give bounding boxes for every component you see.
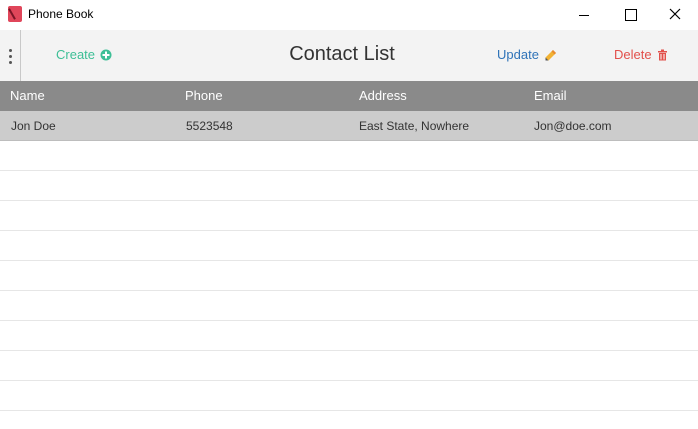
- close-icon: [669, 8, 681, 20]
- empty-table-row: [0, 321, 698, 351]
- empty-table-row: [0, 201, 698, 231]
- page-title: Contact List: [289, 43, 395, 65]
- delete-button[interactable]: Delete: [614, 47, 669, 62]
- trash-icon: [657, 49, 669, 61]
- empty-table-row: [0, 231, 698, 261]
- column-header-name[interactable]: Name: [0, 81, 175, 111]
- window-title: Phone Book: [28, 7, 94, 21]
- cell-name: Jon Doe: [11, 119, 56, 133]
- contact-table: Name Phone Address Email Jon Doe 5523548…: [0, 81, 698, 411]
- cell-address: East State, Nowhere: [359, 119, 470, 133]
- table-row[interactable]: Jon Doe 5523548 East State, Nowhere Jon@…: [0, 111, 698, 141]
- close-button[interactable]: [652, 0, 698, 30]
- cell-phone: 5523548: [186, 119, 233, 133]
- toolbar: Create Contact List Update Delete: [0, 30, 698, 81]
- column-header-address[interactable]: Address: [349, 81, 524, 111]
- pencil-icon: [544, 49, 556, 61]
- maximize-button[interactable]: [607, 0, 653, 30]
- update-button[interactable]: Update: [497, 47, 556, 62]
- column-header-phone[interactable]: Phone: [175, 81, 349, 111]
- update-button-label: Update: [497, 47, 539, 62]
- minimize-button[interactable]: [561, 0, 607, 30]
- empty-table-row: [0, 291, 698, 321]
- column-header-email[interactable]: Email: [524, 81, 698, 111]
- cell-email: Jon@doe.com: [534, 119, 612, 133]
- empty-table-row: [0, 141, 698, 171]
- empty-table-row: [0, 381, 698, 411]
- table-header: Name Phone Address Email: [0, 81, 698, 111]
- title-bar: Phone Book: [0, 0, 698, 30]
- delete-button-label: Delete: [614, 47, 652, 62]
- empty-table-row: [0, 171, 698, 201]
- empty-table-row: [0, 351, 698, 381]
- empty-table-row: [0, 261, 698, 291]
- phone-book-icon: [8, 6, 22, 22]
